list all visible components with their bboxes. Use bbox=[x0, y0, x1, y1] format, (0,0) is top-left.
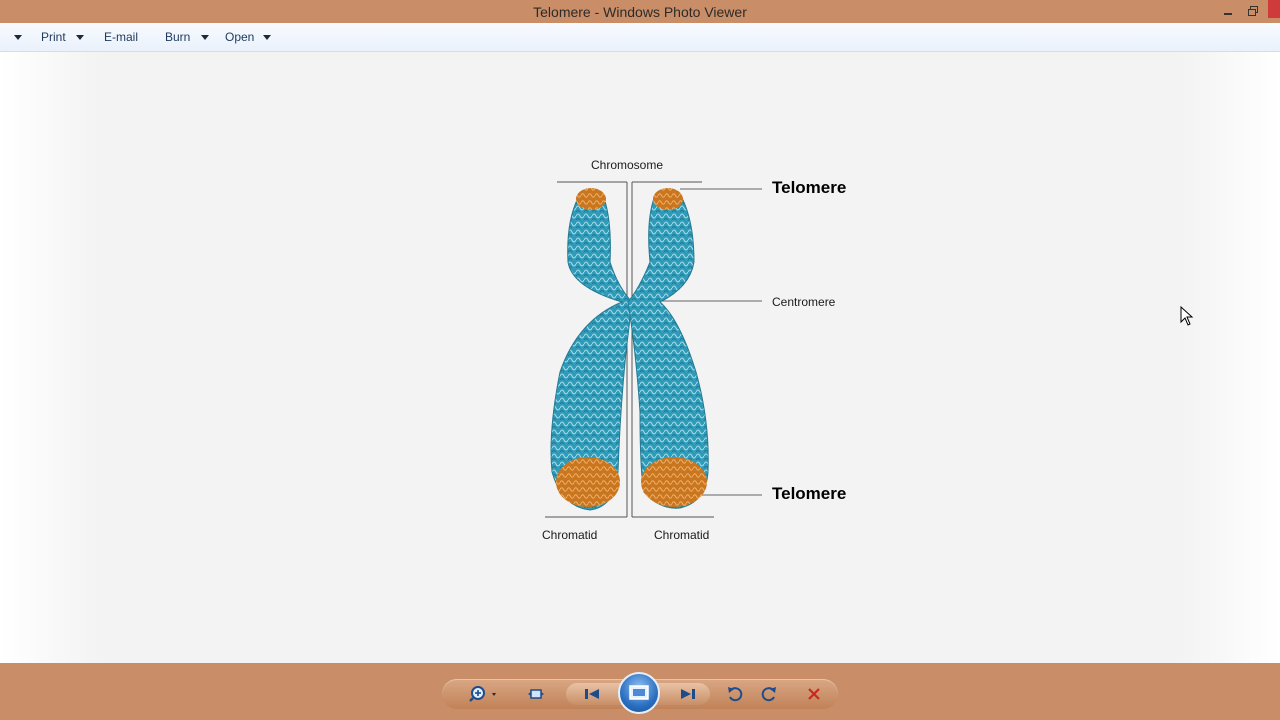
telomere-cap bbox=[641, 457, 707, 507]
title-bar: Telomere - Windows Photo Viewer bbox=[0, 0, 1280, 23]
window-title: Telomere - Windows Photo Viewer bbox=[533, 3, 747, 20]
organize-menu-button[interactable] bbox=[14, 23, 22, 51]
chevron-down-icon bbox=[14, 34, 22, 40]
minimize-icon bbox=[1224, 13, 1232, 15]
restore-icon bbox=[1248, 6, 1258, 16]
bottom-toolbar bbox=[0, 663, 1280, 720]
actual-size-icon bbox=[528, 689, 544, 699]
print-menu-button[interactable]: Print bbox=[41, 23, 66, 51]
telomere-cap bbox=[576, 188, 606, 210]
chevron-down-icon bbox=[263, 34, 271, 40]
email-menu-button[interactable]: E-mail bbox=[104, 23, 138, 51]
chromatid-right-label: Chromatid bbox=[654, 528, 710, 542]
chevron-down-icon bbox=[76, 34, 84, 40]
telomere-bottom-label: Telomere bbox=[772, 484, 847, 503]
chromosome-label: Chromosome bbox=[591, 158, 664, 172]
open-dropdown-button[interactable] bbox=[263, 23, 271, 51]
minimize-button[interactable] bbox=[1219, 2, 1237, 20]
open-menu-button[interactable]: Open bbox=[225, 23, 254, 51]
previous-icon bbox=[585, 689, 599, 699]
burn-dropdown-button[interactable] bbox=[201, 23, 209, 51]
burn-menu-button[interactable]: Burn bbox=[165, 23, 190, 51]
actual-size-button[interactable] bbox=[524, 683, 548, 705]
telomere-cap bbox=[556, 457, 620, 507]
chromosome-illustration bbox=[545, 181, 762, 518]
image-viewer[interactable]: Chromosome Telomere Centromere Telomere … bbox=[0, 52, 1280, 663]
print-label: Print bbox=[41, 30, 66, 44]
centromere-label: Centromere bbox=[772, 295, 836, 309]
slideshow-button[interactable] bbox=[618, 672, 660, 714]
print-dropdown-button[interactable] bbox=[76, 23, 84, 51]
burn-label: Burn bbox=[165, 30, 191, 44]
chromatid-left-label: Chromatid bbox=[542, 528, 598, 542]
zoom-button[interactable] bbox=[466, 683, 500, 705]
menu-bar: Print E-mail Burn Open bbox=[0, 23, 1280, 52]
chromosome-diagram: Chromosome Telomere Centromere Telomere … bbox=[0, 52, 1280, 663]
telomere-cap bbox=[653, 188, 683, 210]
close-button[interactable] bbox=[1268, 0, 1280, 18]
rotate-right-button[interactable] bbox=[758, 683, 780, 705]
delete-icon bbox=[808, 688, 820, 700]
next-button[interactable] bbox=[674, 683, 702, 705]
delete-button[interactable] bbox=[803, 683, 825, 705]
rotate-left-button[interactable] bbox=[724, 683, 746, 705]
rotate-right-icon bbox=[761, 687, 776, 702]
rotate-left-icon bbox=[728, 687, 743, 702]
mouse-cursor-icon bbox=[1180, 306, 1194, 326]
email-label: E-mail bbox=[104, 30, 139, 44]
restore-button[interactable] bbox=[1244, 2, 1262, 20]
open-label: Open bbox=[225, 30, 255, 44]
telomere-top-label: Telomere bbox=[772, 178, 847, 197]
previous-button[interactable] bbox=[578, 683, 606, 705]
slideshow-icon bbox=[629, 685, 649, 700]
chevron-down-icon bbox=[201, 34, 209, 40]
zoom-icon bbox=[469, 686, 496, 702]
next-icon bbox=[681, 689, 695, 699]
